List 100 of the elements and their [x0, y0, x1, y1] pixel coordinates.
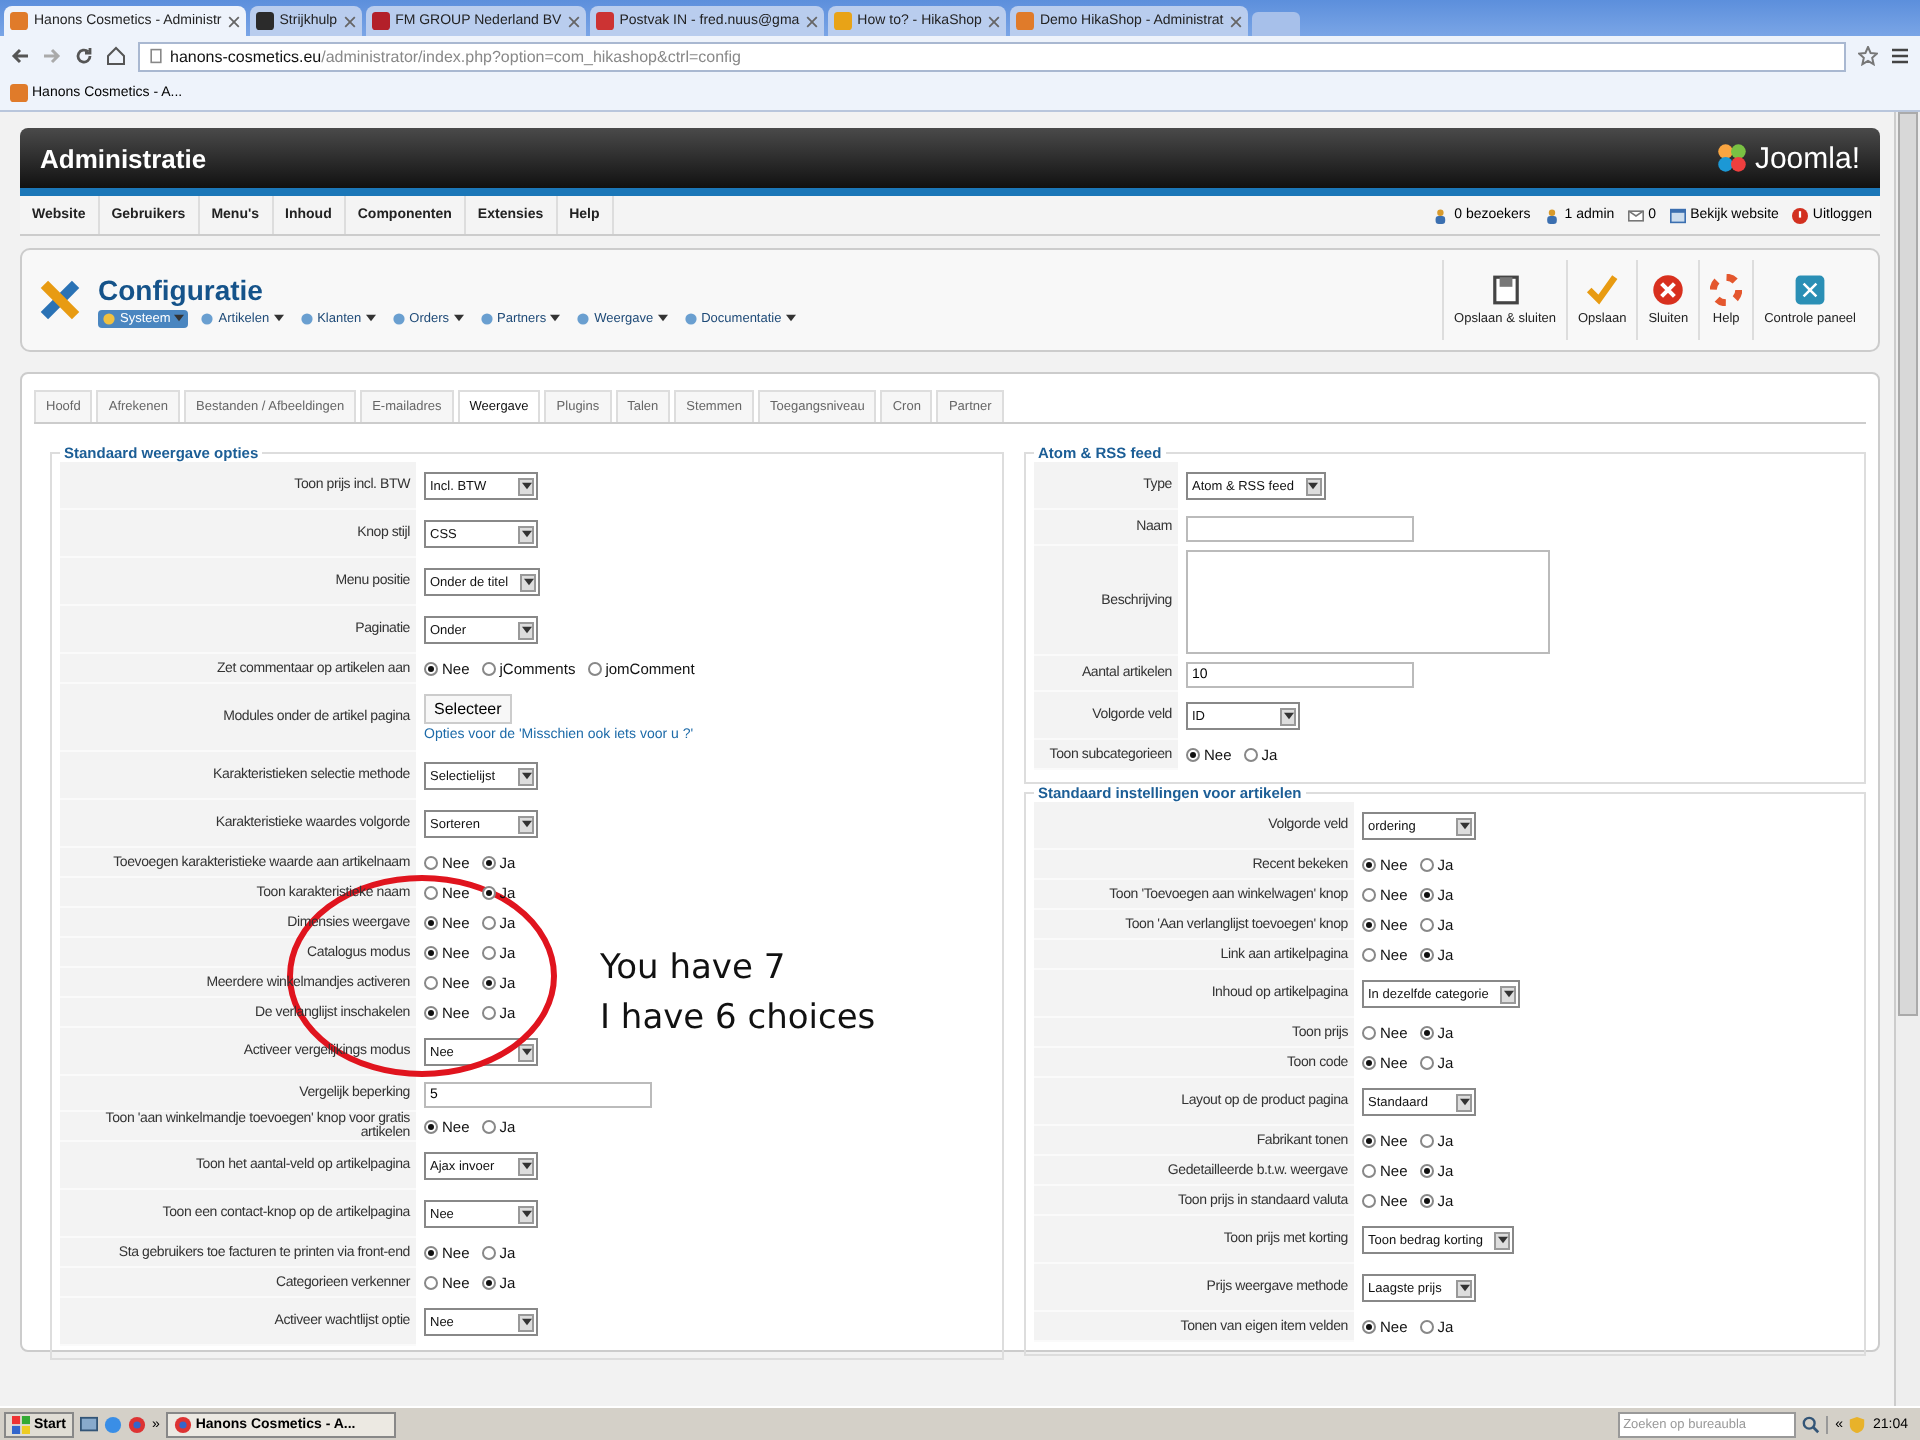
- site-icon: [10, 84, 28, 102]
- radio-button[interactable]: [481, 662, 496, 676]
- text-area[interactable]: [1186, 549, 1550, 653]
- logo-icon: [1716, 142, 1749, 174]
- radio-button[interactable]: [1419, 1164, 1434, 1178]
- search-icon: [1801, 1415, 1820, 1433]
- site-icon: [10, 12, 28, 30]
- caret-icon: [657, 314, 668, 322]
- person-icon: [1544, 207, 1561, 223]
- radio-button[interactable]: [1243, 748, 1258, 762]
- site-icon: [833, 12, 852, 30]
- browser-icon: [173, 1415, 192, 1433]
- caret-icon: [1459, 1284, 1469, 1292]
- radio-button[interactable]: [1419, 1056, 1434, 1070]
- home-icon: [106, 46, 126, 66]
- radio-button[interactable]: [1419, 1194, 1434, 1208]
- caret-icon: [550, 314, 561, 322]
- radio-button[interactable]: [1419, 888, 1434, 902]
- radio-button[interactable]: [1362, 1134, 1376, 1148]
- caret-icon: [1497, 1236, 1508, 1244]
- radio-button[interactable]: [1186, 748, 1200, 762]
- radio-button[interactable]: [1362, 858, 1376, 872]
- dot-icon: [576, 311, 591, 325]
- radio-button[interactable]: [481, 976, 496, 990]
- site-icon: [1015, 12, 1034, 30]
- caret-icon: [174, 314, 185, 322]
- window-icon: [1670, 207, 1687, 223]
- radio-button[interactable]: [1362, 888, 1376, 902]
- radio-button[interactable]: [424, 1276, 438, 1290]
- checkmark-icon: [1586, 274, 1619, 306]
- panel-icon: [1794, 274, 1827, 306]
- radio-button[interactable]: [1362, 1056, 1376, 1070]
- menu-icon: [1890, 46, 1910, 66]
- radio-button[interactable]: [481, 886, 496, 900]
- radio-button[interactable]: [1362, 1194, 1376, 1208]
- close-icon: [227, 15, 240, 27]
- dot-icon: [479, 311, 494, 325]
- radio-button[interactable]: [424, 916, 438, 930]
- radio-button[interactable]: [481, 946, 496, 960]
- caret-icon: [521, 1210, 531, 1218]
- select-button[interactable]: Selecteer: [424, 694, 512, 724]
- lifebuoy-icon: [1710, 274, 1743, 306]
- caret-icon: [1283, 712, 1293, 720]
- radio-button[interactable]: [424, 1006, 438, 1020]
- radio-button[interactable]: [1362, 918, 1376, 932]
- close-icon: [343, 15, 356, 27]
- caret-icon: [273, 314, 284, 322]
- radio-button[interactable]: [481, 1120, 496, 1134]
- floppy-icon: [1489, 274, 1522, 306]
- browser-icon: [127, 1415, 146, 1433]
- caret-icon: [453, 314, 464, 322]
- radio-button[interactable]: [424, 1120, 438, 1134]
- close-icon: [987, 15, 1000, 27]
- star-icon: [1858, 46, 1878, 66]
- radio-button[interactable]: [1362, 1164, 1376, 1178]
- radio-button[interactable]: [1419, 1320, 1434, 1334]
- close-icon: [1229, 15, 1242, 27]
- shield-icon: [1848, 1415, 1867, 1433]
- radio-button[interactable]: [481, 1276, 496, 1290]
- back-icon: [10, 46, 30, 66]
- scrollbar[interactable]: [1894, 112, 1920, 1408]
- dot-icon: [299, 311, 314, 325]
- desktop-icon: [79, 1415, 98, 1433]
- caret-icon: [785, 314, 796, 322]
- admin-title: Administratie: [40, 143, 207, 173]
- radio-button[interactable]: [1419, 1134, 1434, 1148]
- caret-icon: [523, 578, 534, 586]
- radio-button[interactable]: [424, 662, 438, 676]
- site-icon: [595, 12, 614, 30]
- radio-button[interactable]: [1362, 1320, 1376, 1334]
- radio-button[interactable]: [1362, 948, 1376, 962]
- envelope-icon: [1628, 207, 1645, 223]
- radio-button[interactable]: [424, 856, 438, 870]
- radio-button[interactable]: [1419, 918, 1434, 932]
- radio-button[interactable]: [1419, 948, 1434, 962]
- close-icon: [805, 15, 818, 27]
- radio-button[interactable]: [481, 916, 496, 930]
- caret-icon: [521, 1318, 531, 1326]
- caret-icon: [1503, 990, 1514, 998]
- radio-button[interactable]: [424, 886, 438, 900]
- site-icon: [371, 12, 390, 30]
- radio-button[interactable]: [424, 1246, 438, 1260]
- radio-button[interactable]: [587, 662, 602, 676]
- input-field[interactable]: [1186, 515, 1414, 541]
- radio-button[interactable]: [1419, 858, 1434, 872]
- radio-button[interactable]: [424, 976, 438, 990]
- dot-icon: [683, 311, 698, 325]
- radio-button[interactable]: [1419, 1026, 1434, 1040]
- address-field[interactable]: hanons-cosmetics.eu/administrator/index.php?option=com_hikashop&ctrl=config: [138, 41, 1846, 71]
- radio-button[interactable]: [424, 946, 438, 960]
- site-icon: [255, 12, 274, 30]
- power-icon: [1792, 207, 1809, 223]
- radio-button[interactable]: [481, 1006, 496, 1020]
- radio-button[interactable]: [1362, 1026, 1376, 1040]
- annotation-text: I have 6 choices: [600, 996, 876, 1042]
- globe-icon: [103, 1415, 122, 1433]
- caret-icon: [521, 772, 531, 780]
- logo-text: Joomla!: [1754, 141, 1860, 175]
- radio-button[interactable]: [481, 856, 496, 870]
- radio-button[interactable]: [481, 1246, 496, 1260]
